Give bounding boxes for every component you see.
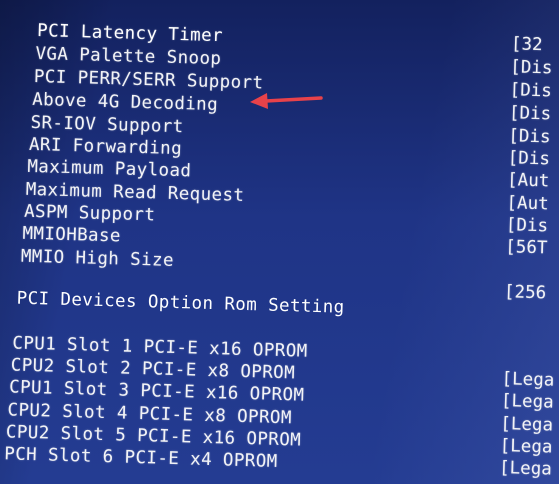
setting-value: [Dis	[510, 57, 553, 79]
slot-value: [Lega	[499, 436, 553, 458]
slot-value: [Lega	[500, 414, 554, 436]
pci-settings-panel: PCI Latency Timer [32 VGA Palette Snoop …	[0, 0, 559, 484]
setting-label: MMIOHBase	[22, 223, 122, 247]
setting-value: [Dis	[509, 80, 553, 102]
slot-value: [Lega	[501, 369, 555, 391]
setting-label: ARI Forwarding	[28, 134, 183, 160]
section-heading: PCI Devices Option Rom Setting	[16, 288, 345, 318]
setting-value: [Dis	[505, 215, 549, 237]
setting-label: VGA Palette Snoop	[35, 44, 222, 70]
setting-value: [Dis	[508, 103, 552, 125]
setting-label: ASPM Support	[23, 201, 156, 226]
setting-value: [256	[503, 282, 547, 304]
slot-value: [Lega	[500, 391, 554, 413]
setting-value: [56T	[505, 237, 548, 259]
bios-screen: PCI Latency Timer [32 VGA Palette Snoop …	[0, 0, 559, 484]
setting-label: Above 4G Decoding	[31, 89, 219, 116]
setting-label: PCI Latency Timer	[36, 21, 224, 47]
setting-value: [Aut	[506, 193, 549, 215]
setting-label: MMIO High Size	[20, 246, 175, 271]
setting-label: Maximum Payload	[27, 156, 192, 182]
setting-label: SR-IOV Support	[30, 112, 184, 138]
slot-value: [Lega	[498, 458, 553, 480]
setting-value: [Dis	[508, 126, 551, 148]
setting-value: [Aut	[506, 170, 550, 192]
setting-value: [Dis	[507, 148, 551, 170]
setting-value: [32	[510, 34, 543, 56]
